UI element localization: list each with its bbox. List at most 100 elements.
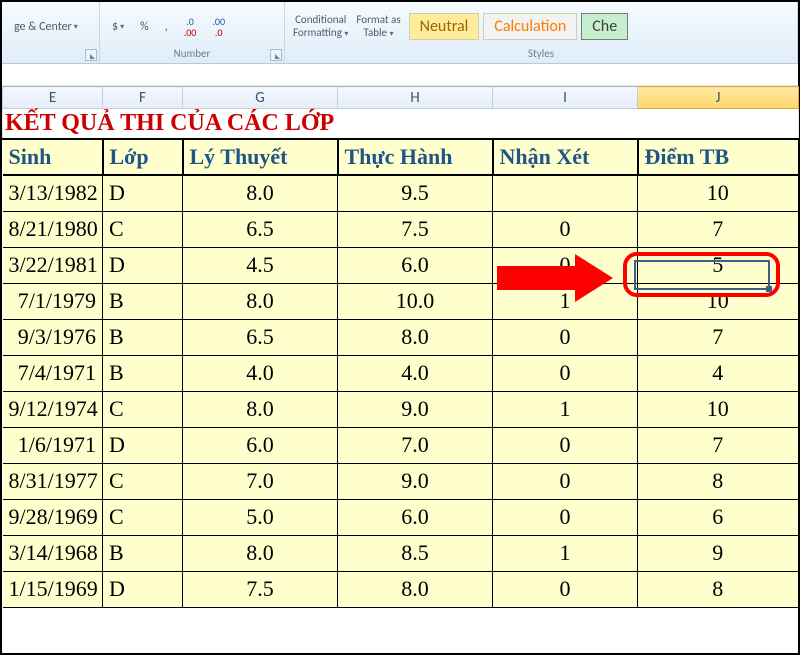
cell[interactable]: 6 [638, 499, 799, 535]
cell[interactable]: 7 [638, 427, 799, 463]
conditional-formatting-button[interactable]: Conditional Formatting ▾ [293, 13, 348, 41]
cell[interactable]: 9/3/1976 [3, 319, 103, 355]
cell[interactable]: 6.5 [183, 211, 338, 247]
cell[interactable]: 0 [493, 427, 638, 463]
cell[interactable]: 1 [493, 283, 638, 319]
cell[interactable]: 3/22/1981 [3, 247, 103, 283]
cell[interactable]: 7.0 [338, 427, 493, 463]
col-header-J[interactable]: J [638, 87, 799, 109]
cell[interactable]: 6.0 [183, 427, 338, 463]
cell[interactable]: B [103, 319, 183, 355]
increase-decimal-button[interactable]: .0 .00 [180, 15, 201, 39]
cell[interactable]: 7.5 [338, 211, 493, 247]
cell[interactable]: 4.5 [183, 247, 338, 283]
decrease-decimal-button[interactable]: .00 .0 [208, 15, 229, 39]
col-header-G[interactable]: G [183, 87, 338, 109]
cell[interactable]: C [103, 391, 183, 427]
cell[interactable]: 8.5 [338, 535, 493, 571]
style-check-cell[interactable]: Che [581, 13, 628, 40]
currency-button[interactable]: $ ▾ [108, 18, 128, 36]
cell[interactable]: 4.0 [338, 355, 493, 391]
cell[interactable]: B [103, 283, 183, 319]
spreadsheet-area[interactable]: E F G H I J KẾT QUẢ THI CỦA CÁC LỚPSinhL… [2, 64, 798, 608]
cell[interactable]: 7/1/1979 [3, 283, 103, 319]
cell[interactable]: C [103, 499, 183, 535]
cell[interactable]: D [103, 175, 183, 211]
table-header-cell[interactable]: Nhận Xét [493, 139, 638, 175]
cell[interactable]: 8 [638, 463, 799, 499]
cell[interactable]: 1 [493, 535, 638, 571]
cell[interactable]: 7 [638, 211, 799, 247]
table-header-cell[interactable]: Lớp [103, 139, 183, 175]
cell[interactable]: D [103, 427, 183, 463]
cell[interactable]: 6.0 [338, 499, 493, 535]
col-header-E[interactable]: E [3, 87, 103, 109]
table-header-cell[interactable]: Điểm TB [638, 139, 799, 175]
cell[interactable]: 5.0 [183, 499, 338, 535]
cell[interactable]: 5 [638, 247, 799, 283]
cell[interactable]: 6.5 [183, 319, 338, 355]
cell[interactable]: 3/13/1982 [3, 175, 103, 211]
cell[interactable]: 9/28/1969 [3, 499, 103, 535]
cell[interactable]: 4 [638, 355, 799, 391]
style-calculation[interactable]: Calculation [483, 13, 577, 40]
cell[interactable] [493, 175, 638, 211]
cell[interactable]: C [103, 211, 183, 247]
table-header-cell[interactable]: Lý Thuyết [183, 139, 338, 175]
cell[interactable]: 8.0 [183, 283, 338, 319]
cell[interactable]: 10 [638, 283, 799, 319]
cell[interactable]: 4.0 [183, 355, 338, 391]
table-header-cell[interactable]: Sinh [3, 139, 103, 175]
spreadsheet-grid[interactable]: E F G H I J KẾT QUẢ THI CỦA CÁC LỚPSinhL… [2, 86, 800, 608]
cell[interactable]: 1/15/1969 [3, 571, 103, 607]
cell[interactable]: 0 [493, 211, 638, 247]
comma-button[interactable]: , [161, 18, 172, 36]
cell[interactable]: 10 [638, 391, 799, 427]
cell[interactable]: 0 [493, 319, 638, 355]
number-dialog-launcher[interactable] [270, 49, 282, 61]
cell[interactable]: 0 [493, 499, 638, 535]
cell[interactable]: 8.0 [338, 571, 493, 607]
cell[interactable]: 10.0 [338, 283, 493, 319]
table-header-cell[interactable]: Thực Hành [338, 139, 493, 175]
cell[interactable]: 0 [493, 571, 638, 607]
merge-center-button[interactable]: ge & Center ▾ [10, 18, 82, 36]
cell[interactable]: 0 [493, 463, 638, 499]
col-header-I[interactable]: I [493, 87, 638, 109]
cell[interactable]: 8.0 [183, 535, 338, 571]
cell-styles-gallery[interactable]: Neutral Calculation Che [409, 13, 629, 40]
cell[interactable]: 1/6/1971 [3, 427, 103, 463]
cell[interactable]: 8.0 [183, 391, 338, 427]
cell[interactable]: C [103, 463, 183, 499]
cell[interactable]: 9.0 [338, 463, 493, 499]
cell[interactable]: 10 [638, 175, 799, 211]
cell[interactable]: 8/21/1980 [3, 211, 103, 247]
cell[interactable]: D [103, 571, 183, 607]
cell[interactable]: 3/14/1968 [3, 535, 103, 571]
cell[interactable]: B [103, 355, 183, 391]
cell[interactable]: 7/4/1971 [3, 355, 103, 391]
style-neutral[interactable]: Neutral [409, 13, 480, 40]
cell[interactable]: 0 [493, 355, 638, 391]
col-header-H[interactable]: H [338, 87, 493, 109]
percent-button[interactable]: % [136, 18, 153, 36]
format-as-table-button[interactable]: Format as Table ▾ [356, 13, 400, 41]
cell[interactable]: 8.0 [338, 319, 493, 355]
col-header-F[interactable]: F [103, 87, 183, 109]
cell[interactable]: 8.0 [183, 175, 338, 211]
cell[interactable]: 1 [493, 391, 638, 427]
cell[interactable]: D [103, 247, 183, 283]
cell[interactable]: 0 [493, 247, 638, 283]
cell[interactable]: 6.0 [338, 247, 493, 283]
cell[interactable]: 8/31/1977 [3, 463, 103, 499]
cell[interactable]: 7.0 [183, 463, 338, 499]
cell[interactable]: 8 [638, 571, 799, 607]
cell[interactable]: 9.5 [338, 175, 493, 211]
cell[interactable]: 9.0 [338, 391, 493, 427]
cell[interactable]: B [103, 535, 183, 571]
cell[interactable]: 7 [638, 319, 799, 355]
cell[interactable]: 9/12/1974 [3, 391, 103, 427]
alignment-dialog-launcher[interactable] [85, 49, 97, 61]
cell[interactable]: 9 [638, 535, 799, 571]
cell[interactable]: 7.5 [183, 571, 338, 607]
